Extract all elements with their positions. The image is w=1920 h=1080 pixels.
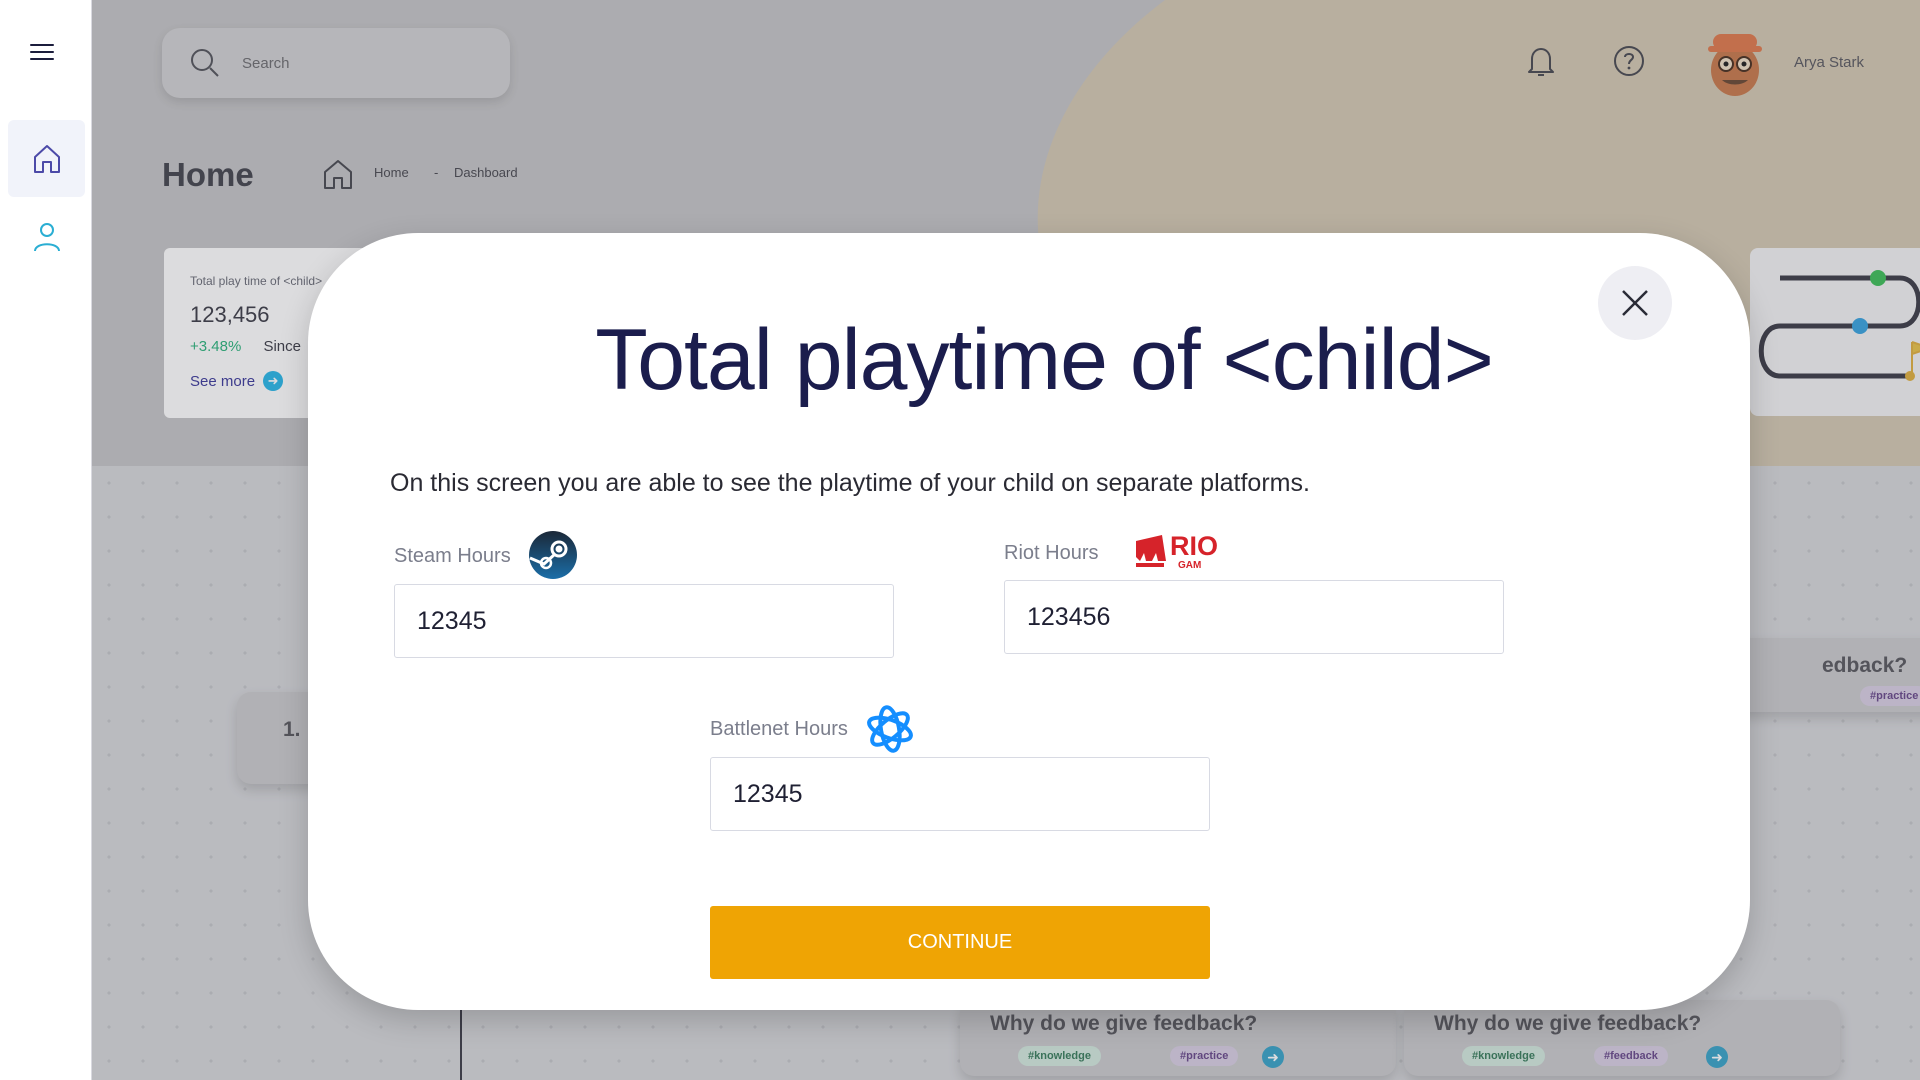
riot-games-icon: RIO GAM — [1136, 531, 1218, 571]
playtime-modal: Total playtime of <child> On this screen… — [308, 233, 1750, 1010]
riot-logo-subtext: GAM — [1178, 560, 1201, 571]
steam-hours-input[interactable] — [394, 584, 894, 658]
riot-logo-text: RIO — [1170, 531, 1218, 561]
modal-description: On this screen you are able to see the p… — [390, 469, 1310, 497]
user-icon — [33, 222, 60, 251]
steam-hours-label: Steam Hours — [394, 545, 511, 567]
sidebar-item-home[interactable] — [8, 120, 85, 197]
hamburger-menu-icon[interactable] — [30, 44, 54, 64]
sidebar-item-profile[interactable] — [8, 198, 85, 275]
battlenet-hours-label: Battlenet Hours — [710, 718, 848, 740]
riot-hours-input[interactable] — [1004, 580, 1504, 654]
battlenet-icon — [867, 705, 913, 753]
modal-title: Total playtime of <child> — [595, 312, 1494, 408]
sidebar — [0, 0, 92, 1080]
riot-hours-label: Riot Hours — [1004, 542, 1099, 564]
continue-button[interactable]: CONTINUE — [710, 906, 1210, 979]
battlenet-hours-input[interactable] — [710, 757, 1210, 831]
steam-icon — [529, 531, 577, 579]
home-icon — [33, 144, 60, 173]
